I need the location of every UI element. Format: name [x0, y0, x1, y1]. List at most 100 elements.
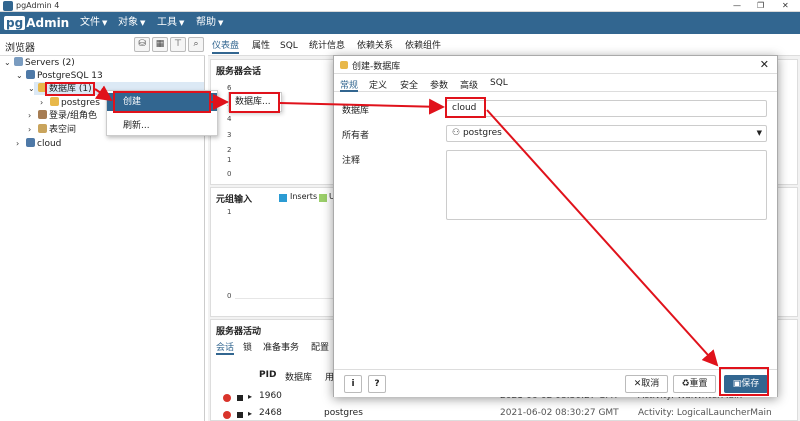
activity-tab-prepared[interactable]: 准备事务	[263, 340, 299, 353]
axis-tick: 1	[227, 208, 232, 216]
dialog-tab-parameters[interactable]: 参数	[430, 78, 448, 92]
servers-icon	[14, 57, 23, 66]
row-activity: Activity: LogicalLauncherMain	[638, 408, 772, 418]
menu-tools[interactable]: 工具 ▼	[157, 12, 184, 34]
tree-node-servers[interactable]: ⌄ Servers (2)	[4, 56, 75, 69]
axis-tick: 0	[227, 292, 232, 300]
annotation-box-database-menu	[229, 92, 280, 113]
activity-tab-config[interactable]: 配置	[311, 340, 329, 353]
col-header-pid: PID	[259, 370, 277, 380]
tree-node-postgresql13[interactable]: ⌄ PostgreSQL 13	[16, 69, 103, 82]
cancel-query-icon[interactable]	[237, 412, 243, 418]
chevron-right-icon[interactable]: ›	[28, 109, 38, 122]
minimize-button[interactable]: —	[733, 0, 741, 12]
annotation-box-save	[719, 367, 769, 396]
tablespaces-icon	[38, 124, 47, 133]
menu-file[interactable]: 文件 ▼	[80, 12, 107, 34]
window-titlebar: pgAdmin 4 — ❐ ✕	[0, 0, 800, 12]
create-database-dialog: 创建-数据库 ✕ 常规 定义 安全 参数 高级 SQL 数据库 cloud 所有…	[333, 55, 778, 397]
tree-node-tablespaces[interactable]: › 表空间	[28, 123, 76, 136]
dialog-title: 创建-数据库	[352, 62, 401, 72]
chevron-down-icon[interactable]: ⌄	[16, 69, 26, 82]
filter-rows-icon[interactable]: ⊤	[170, 37, 186, 52]
browser-panel-header: 浏览器 ⛁ ▦ ⊤ ⌕	[0, 34, 205, 56]
dialog-tab-definition[interactable]: 定义	[369, 78, 387, 92]
dialog-tab-sql[interactable]: SQL	[490, 78, 508, 92]
context-refresh[interactable]: 刷新...	[107, 117, 217, 135]
annotation-box-databases	[45, 82, 95, 96]
menubar: pg Admin 文件 ▼ 对象 ▼ 工具 ▼ 帮助 ▼	[0, 12, 800, 34]
activity-tab-locks[interactable]: 锁	[243, 340, 252, 353]
owner-select[interactable]: ⚇ postgres ▼	[446, 125, 767, 142]
dialog-header: 创建-数据库 ✕	[334, 56, 777, 74]
legend-inserts: Inserts	[290, 192, 318, 201]
legend-swatch-updates	[319, 194, 327, 202]
expand-row-icon[interactable]: ▸	[248, 409, 252, 418]
axis-tick: 3	[227, 131, 232, 139]
annotation-box-create	[113, 91, 211, 113]
dialog-tab-security[interactable]: 安全	[400, 78, 418, 92]
tab-dependencies[interactable]: 依赖关系	[357, 38, 393, 54]
info-button[interactable]: i	[344, 375, 362, 393]
browser-label: 浏览器	[5, 43, 35, 54]
dialog-tabs: 常规 定义 安全 参数 高级 SQL	[334, 74, 777, 92]
comment-textarea[interactable]	[446, 150, 767, 220]
chevron-right-icon[interactable]: ›	[28, 123, 38, 136]
cancel-button[interactable]: ✕取消	[625, 375, 668, 393]
axis-tick: 0	[227, 170, 232, 178]
dialog-tab-advanced[interactable]: 高级	[460, 78, 478, 92]
owner-label: 所有者	[342, 131, 370, 141]
pgadmin-logo: pg Admin	[4, 15, 69, 31]
server-icon	[26, 138, 35, 147]
expand-row-icon[interactable]: ▸	[248, 392, 252, 401]
user-icon: ⚇	[452, 128, 463, 138]
axis-tick: 6	[227, 84, 232, 92]
maximize-button[interactable]: ❐	[757, 0, 764, 12]
database-name-input[interactable]: cloud	[446, 100, 767, 117]
close-icon[interactable]: ✕	[760, 58, 769, 71]
recycle-icon: ♻	[681, 379, 690, 389]
legend-swatch-inserts	[279, 194, 287, 202]
tree-node-cloud[interactable]: › cloud	[16, 137, 61, 150]
chevron-down-icon[interactable]: ⌄	[28, 82, 38, 95]
menu-help[interactable]: 帮助 ▼	[196, 12, 223, 34]
activity-tab-sessions[interactable]: 会话	[216, 340, 235, 355]
cancel-query-icon[interactable]	[237, 395, 243, 401]
dialog-footer: i ? ✕取消 ♻重置 ▣保存	[334, 369, 777, 397]
terminate-session-icon[interactable]	[223, 394, 231, 402]
annotation-box-db-name	[445, 97, 486, 118]
tuples-in-title: 元组输入	[216, 195, 253, 205]
menu-object[interactable]: 对象 ▼	[118, 12, 145, 34]
chevron-down-icon: ▼	[756, 129, 762, 137]
close-window-button[interactable]: ✕	[782, 0, 789, 12]
server-icon	[26, 70, 35, 79]
axis-baseline	[235, 298, 335, 299]
axis-tick: 2	[227, 146, 232, 154]
tree-node-postgres[interactable]: › postgres	[40, 96, 100, 109]
search-objects-icon[interactable]: ⌕	[188, 37, 204, 52]
help-button[interactable]: ?	[368, 375, 386, 393]
dialog-tab-general[interactable]: 常规	[340, 78, 359, 92]
chevron-right-icon[interactable]: ›	[16, 137, 26, 150]
query-tool-icon[interactable]: ⛁	[134, 37, 150, 52]
tree-node-roles[interactable]: › 登录/组角色	[28, 109, 97, 122]
tab-dashboard[interactable]: 仪表盘	[212, 38, 240, 54]
col-header-db: 数据库	[285, 373, 313, 383]
view-data-icon[interactable]: ▦	[152, 37, 168, 52]
chevron-right-icon[interactable]: ›	[40, 96, 50, 109]
row-pid: 1960	[259, 391, 282, 401]
reset-button[interactable]: ♻重置	[673, 375, 716, 393]
tab-sql[interactable]: SQL	[280, 38, 298, 54]
logo-pg: pg	[4, 16, 26, 30]
tab-properties[interactable]: 属性	[252, 38, 270, 54]
tab-dependents[interactable]: 依赖组件	[405, 38, 441, 54]
window-title: pgAdmin 4	[16, 1, 60, 10]
server-activity-title: 服务器活动	[216, 327, 262, 337]
server-sessions-title: 服务器会话	[216, 67, 262, 77]
tab-statistics[interactable]: 统计信息	[309, 38, 345, 54]
chevron-down-icon[interactable]: ⌄	[4, 56, 14, 69]
database-label: 数据库	[342, 106, 370, 116]
row-time: 2021-06-02 08:30:27 GMT	[500, 408, 619, 418]
terminate-session-icon[interactable]	[223, 411, 231, 419]
database-icon	[340, 61, 348, 69]
